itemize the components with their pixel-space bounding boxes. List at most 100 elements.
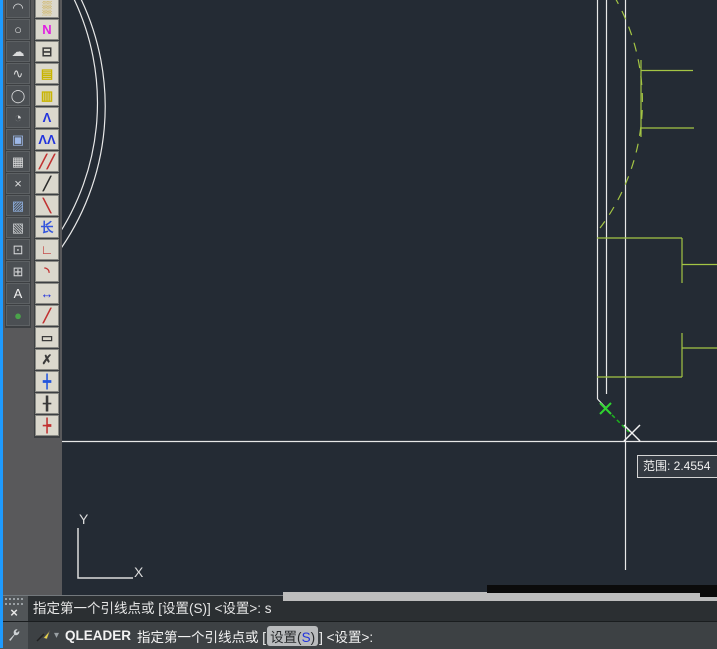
arc-edit-icon: ◝ — [44, 264, 50, 279]
drag-grip-handle[interactable] — [5, 598, 23, 605]
circle-icon: ○ — [14, 22, 22, 37]
measure-h-button[interactable]: ┿ — [35, 371, 59, 392]
fillet-button[interactable]: ∟ — [35, 239, 59, 260]
lengthen-icon: 长 — [40, 220, 54, 235]
prompt-text-before: 指定第一个引线点或 [ — [137, 629, 267, 645]
partial-top-button[interactable]: ▒ — [35, 0, 59, 18]
draw-toolbar: ◠ ○ ☁ ∿ ◯ ◔ ▣ ▦ × ▨ ▧ ⊡ ⊞ A ● — [5, 0, 31, 328]
diagonal-lines-icon: ╱╱ — [39, 154, 55, 169]
spline-button[interactable]: ∿ — [6, 63, 30, 84]
gradient-icon: ▧ — [11, 220, 25, 235]
spline-icon: ∿ — [12, 66, 24, 81]
point-icon: × — [14, 176, 22, 191]
break-button[interactable]: ⊟ — [35, 41, 59, 62]
angle-single-button[interactable]: Λ — [35, 107, 59, 128]
circle-button[interactable]: ○ — [6, 19, 30, 40]
rect-grips-icon: ▭ — [40, 330, 54, 345]
command-window: × 指定第一个引线点或 [设置(S)] <设置>: s ▾ QLEADER 指定… — [0, 595, 717, 649]
region-icon: ⊡ — [12, 242, 24, 257]
table-button[interactable]: ⊞ — [6, 261, 30, 282]
white-geometry — [54, 0, 717, 570]
settings-option-chip[interactable]: 设置(S) — [267, 625, 319, 646]
ucs-icon: Y X — [77, 511, 144, 580]
ucs-x-label: X — [134, 564, 144, 580]
ellipse-button[interactable]: ◯ — [6, 85, 30, 106]
chip-label-close: ) — [310, 629, 316, 645]
trim-cross-icon: ✗ — [41, 352, 53, 367]
revcloud-button[interactable]: ☁ — [6, 41, 30, 62]
match-strip-2-icon: ▥ — [40, 88, 54, 103]
command-window-gutter-2 — [0, 622, 28, 649]
gradient-button[interactable]: ▧ — [6, 217, 30, 238]
divide-line-icon: ╱ — [43, 176, 51, 191]
chip-hotkey: S — [301, 629, 311, 645]
hatch-icon: ▨ — [11, 198, 25, 213]
arc-icon: ◠ — [12, 0, 24, 15]
break-icon: ⊟ — [41, 44, 53, 59]
ucs-y-label: Y — [79, 511, 89, 527]
region-button[interactable]: ⊡ — [6, 239, 30, 260]
pedit-zigzag-icon: N — [42, 22, 52, 37]
revcloud-icon: ☁ — [11, 44, 25, 59]
match-strip-1-button[interactable]: ▤ — [35, 63, 59, 84]
measure-h-icon: ┿ — [43, 374, 51, 389]
command-window-gutter: × — [0, 596, 28, 621]
command-input-row[interactable]: ▾ QLEADER 指定第一个引线点或 [ 设置(S) ] <设置>: — [0, 621, 717, 649]
crosshair-cursor-icon — [623, 424, 641, 442]
dynamic-input-tooltip: 范围: 2.4554 — [637, 455, 717, 478]
chip-label: 设置( — [270, 629, 302, 645]
bottom-grey-strip — [283, 592, 717, 601]
offset-tick-icon: ┾ — [43, 418, 51, 433]
hatch-button[interactable]: ▨ — [6, 195, 30, 216]
diagonal-lines-button[interactable]: ╱╱ — [35, 151, 59, 172]
pedit-zigzag-button[interactable]: N — [35, 19, 59, 40]
close-icon[interactable]: × — [10, 605, 18, 621]
arc-button[interactable]: ◠ — [6, 0, 30, 18]
bottom-black-notch — [700, 585, 717, 597]
offset-tick-button[interactable]: ┾ — [35, 415, 59, 436]
customize-wrench-icon[interactable] — [7, 627, 22, 645]
rect-grips-button[interactable]: ▭ — [35, 327, 59, 348]
mtext-button[interactable]: A — [6, 283, 30, 304]
insert-block-icon: ▣ — [11, 132, 25, 147]
match-strip-1-icon: ▤ — [40, 66, 54, 81]
make-block-button[interactable]: ▦ — [6, 151, 30, 172]
modify-toolbar: ▒ N ⊟ ▤ ▥ Λ ΛΛ ╱╱ ╱ ╲ 长 ∟ ◝ ↔ ╱ ▭ ✗ ┿ ╂ ┾ — [34, 0, 60, 438]
break-line-button[interactable]: ╲ — [35, 195, 59, 216]
match-strip-2-button[interactable]: ▥ — [35, 85, 59, 106]
stretch-icon: ↔ — [40, 286, 54, 301]
break-line-icon: ╲ — [43, 198, 51, 213]
measure-v-button[interactable]: ╂ — [35, 393, 59, 414]
angle-single-icon: Λ — [42, 110, 52, 125]
arc-edit-button[interactable]: ◝ — [35, 261, 59, 282]
ellipse-arc-icon: ◔ — [14, 110, 22, 125]
dock-edge-strip — [0, 0, 3, 648]
partial-top-icon: ▒ — [42, 0, 52, 15]
ellipse-arc-button[interactable]: ◔ — [6, 107, 30, 128]
make-block-icon: ▦ — [11, 154, 25, 169]
insert-block-button[interactable]: ▣ — [6, 129, 30, 150]
command-history-line: 指定第一个引线点或 [设置(S)] <设置>: s — [33, 601, 272, 616]
active-command-name: QLEADER — [65, 628, 132, 643]
point-pair-button[interactable]: ● — [6, 305, 30, 326]
table-icon: ⊞ — [12, 264, 24, 279]
bottom-black-band — [487, 585, 717, 593]
outer-arc — [56, 0, 106, 255]
divide-line-button[interactable]: ╱ — [35, 173, 59, 194]
ellipse-icon: ◯ — [10, 88, 26, 103]
point-pair-icon: ● — [14, 308, 22, 323]
measure-v-icon: ╂ — [43, 396, 51, 411]
fillet-icon: ∟ — [40, 242, 54, 257]
break-at-point-button[interactable]: ╱ — [35, 305, 59, 326]
mtext-icon: A — [13, 286, 23, 301]
angle-double-icon: ΛΛ — [38, 132, 56, 147]
recent-commands-icon[interactable]: ▾ — [35, 629, 59, 643]
stretch-button[interactable]: ↔ — [35, 283, 59, 304]
lengthen-button[interactable]: 长 — [35, 217, 59, 238]
point-button[interactable]: × — [6, 173, 30, 194]
green-geometry — [597, 0, 717, 378]
prompt-text-after: ] <设置>: — [319, 629, 374, 645]
drawing-geometry: Y X — [54, 0, 717, 580]
angle-double-button[interactable]: ΛΛ — [35, 129, 59, 150]
trim-cross-button[interactable]: ✗ — [35, 349, 59, 370]
